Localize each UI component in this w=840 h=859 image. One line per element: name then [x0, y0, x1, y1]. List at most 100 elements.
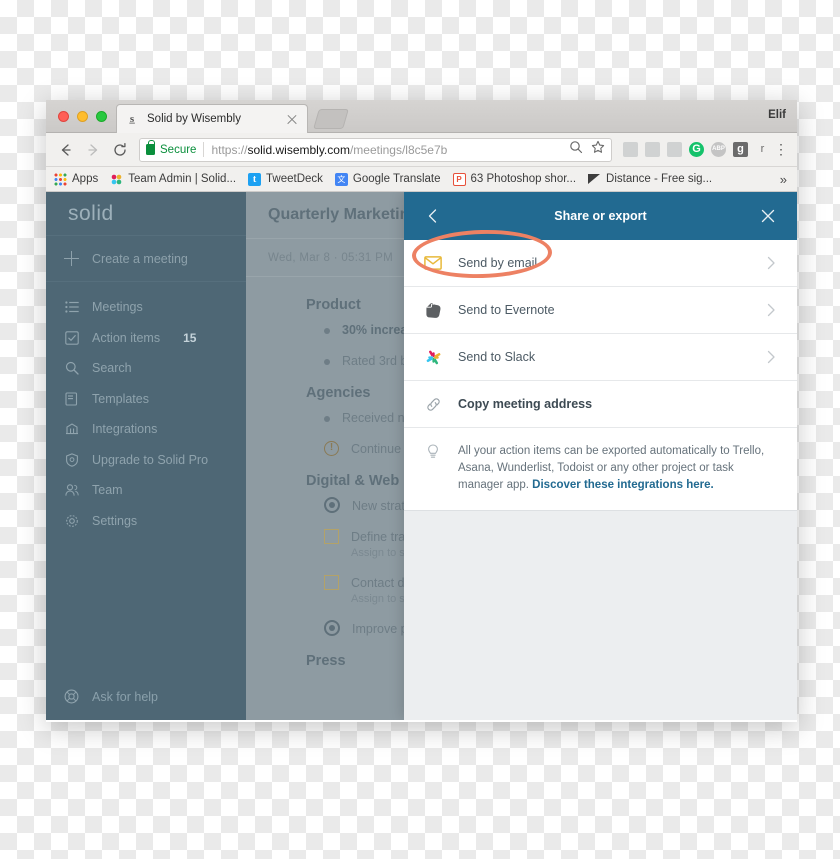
url-path: /meetings/l8c5e7b: [349, 142, 448, 157]
maximize-window-button[interactable]: [96, 111, 107, 122]
people-icon: [64, 483, 79, 498]
integrations-icon: [64, 422, 79, 437]
integrations-tip: All your action items can be exported au…: [404, 428, 797, 512]
twitter-icon: [248, 172, 262, 186]
close-icon[interactable]: [285, 112, 299, 126]
sidebar-item-integrations[interactable]: Integrations: [46, 414, 246, 445]
evernote-icon: [422, 302, 444, 319]
adblock-plus-icon[interactable]: [711, 142, 726, 157]
bookmark-apps[interactable]: Apps: [54, 172, 99, 186]
gear-icon: [64, 513, 79, 528]
gsheet-icon[interactable]: [733, 142, 748, 157]
profile-name[interactable]: Elif: [768, 109, 786, 121]
chevron-left-icon[interactable]: [422, 205, 444, 227]
list-icon: [64, 300, 79, 315]
share-option-send-by-email[interactable]: Send by email: [404, 240, 797, 287]
app-sidebar: solid Create a meeting Meetings Action i…: [46, 192, 246, 720]
share-option-label: Send by email: [458, 256, 538, 270]
solid-favicon: s̲: [129, 113, 135, 125]
checkbox-icon: [64, 330, 79, 345]
share-option-label: Send to Evernote: [458, 303, 555, 317]
bookmark-tweetdeck[interactable]: TweetDeck: [248, 172, 323, 186]
bookmark-label: TweetDeck: [266, 173, 323, 185]
distance-icon: [588, 173, 601, 186]
action-items-badge: 15: [183, 330, 197, 345]
integrations-tip-text: All your action items can be exported au…: [458, 443, 779, 494]
lifebuoy-icon: [64, 689, 79, 704]
omnibox-divider: [203, 142, 205, 157]
link-icon: [422, 396, 444, 413]
envelope-icon: [422, 256, 444, 270]
omnibox-actions: [569, 140, 605, 159]
bookmark-team-admin[interactable]: Team Admin | Solid...: [110, 172, 237, 186]
reload-icon[interactable]: [108, 138, 132, 162]
share-option-label: Copy meeting address: [458, 397, 593, 411]
photoshop-icon: [452, 172, 466, 186]
sidebar-item-label: Templates: [92, 391, 149, 406]
sidebar-item-upgrade[interactable]: Upgrade to Solid Pro: [46, 445, 246, 476]
browser-tab[interactable]: s̲ Solid by Wisembly: [116, 104, 308, 133]
apps-grid-icon: [54, 172, 67, 186]
tab-strip: s̲ Solid by Wisembly Elif: [46, 100, 797, 133]
ext-comment-icon[interactable]: [623, 142, 638, 157]
decision-target-icon: [324, 620, 340, 636]
bookmarks-bar: Apps Team Admin | Solid... TweetDeck Goo…: [46, 167, 797, 192]
ext-list-icon[interactable]: [645, 142, 660, 157]
back-arrow-icon[interactable]: [54, 138, 78, 162]
sidebar-item-label: Search: [92, 361, 132, 376]
warning-icon: [324, 441, 339, 456]
share-option-send-to-evernote[interactable]: Send to Evernote: [404, 287, 797, 334]
bookmark-distance[interactable]: Distance - Free sig...: [588, 173, 712, 186]
ask-for-help-label: Ask for help: [92, 689, 159, 704]
tab-title: Solid by Wisembly: [147, 113, 241, 125]
window-traffic-lights: [58, 111, 107, 122]
sidebar-item-label: Integrations: [92, 422, 158, 437]
bookmark-label: Team Admin | Solid...: [128, 173, 237, 185]
secure-label: Secure: [160, 143, 197, 156]
ext-bookmark-icon[interactable]: [667, 142, 682, 157]
sidebar-item-settings[interactable]: Settings: [46, 506, 246, 537]
close-window-button[interactable]: [58, 111, 69, 122]
lock-icon: [146, 140, 155, 155]
close-icon[interactable]: [757, 205, 779, 227]
create-meeting-button[interactable]: Create a meeting: [46, 236, 246, 282]
bullet-dot-icon: [324, 416, 330, 422]
ext-r-icon[interactable]: r: [755, 142, 770, 157]
star-icon[interactable]: [591, 140, 605, 159]
sidebar-item-label: Meetings: [92, 300, 143, 315]
chevron-right-icon: [763, 302, 779, 318]
share-options-list: Send by email Send to Evernote Send to S…: [404, 240, 797, 512]
url-text: https://solid.wisembly.com/meetings/l8c5…: [211, 143, 447, 157]
extension-icons: r: [623, 142, 770, 157]
create-meeting-label: Create a meeting: [92, 251, 188, 266]
panel-header: Share or export: [404, 192, 797, 240]
forward-arrow-icon[interactable]: [81, 138, 105, 162]
action-checkbox[interactable]: [324, 575, 339, 590]
address-bar[interactable]: Secure https://solid.wisembly.com/meetin…: [139, 137, 612, 162]
sidebar-item-team[interactable]: Team: [46, 475, 246, 506]
sidebar-item-label: Action items: [92, 330, 161, 345]
bookmark-label: Apps: [72, 173, 99, 185]
lightbulb-icon: [422, 443, 444, 460]
new-tab-button[interactable]: [313, 109, 349, 129]
sidebar-item-meetings[interactable]: Meetings: [46, 292, 246, 323]
grammarly-icon[interactable]: [689, 142, 704, 157]
bookmark-photoshop-shortcuts[interactable]: 63 Photoshop shor...: [452, 172, 576, 186]
share-option-send-to-slack[interactable]: Send to Slack: [404, 334, 797, 381]
search-icon[interactable]: [569, 140, 583, 159]
ask-for-help-button[interactable]: Ask for help: [46, 689, 158, 704]
kebab-menu-icon[interactable]: ⋮: [773, 142, 789, 157]
document-icon: [64, 391, 79, 406]
action-checkbox[interactable]: [324, 529, 339, 544]
discover-integrations-link[interactable]: Discover these integrations here.: [532, 479, 714, 491]
share-option-label: Send to Slack: [458, 350, 536, 364]
google-translate-icon: [334, 172, 348, 186]
sidebar-item-search[interactable]: Search: [46, 353, 246, 384]
bookmark-google-translate[interactable]: Google Translate: [334, 172, 441, 186]
minimize-window-button[interactable]: [77, 111, 88, 122]
solid-logo[interactable]: solid: [46, 192, 246, 236]
sidebar-item-action-items[interactable]: Action items 15: [46, 323, 246, 354]
sidebar-item-templates[interactable]: Templates: [46, 384, 246, 415]
bookmarks-overflow-icon[interactable]: »: [780, 172, 789, 187]
share-option-copy-meeting-address[interactable]: Copy meeting address: [404, 381, 797, 428]
